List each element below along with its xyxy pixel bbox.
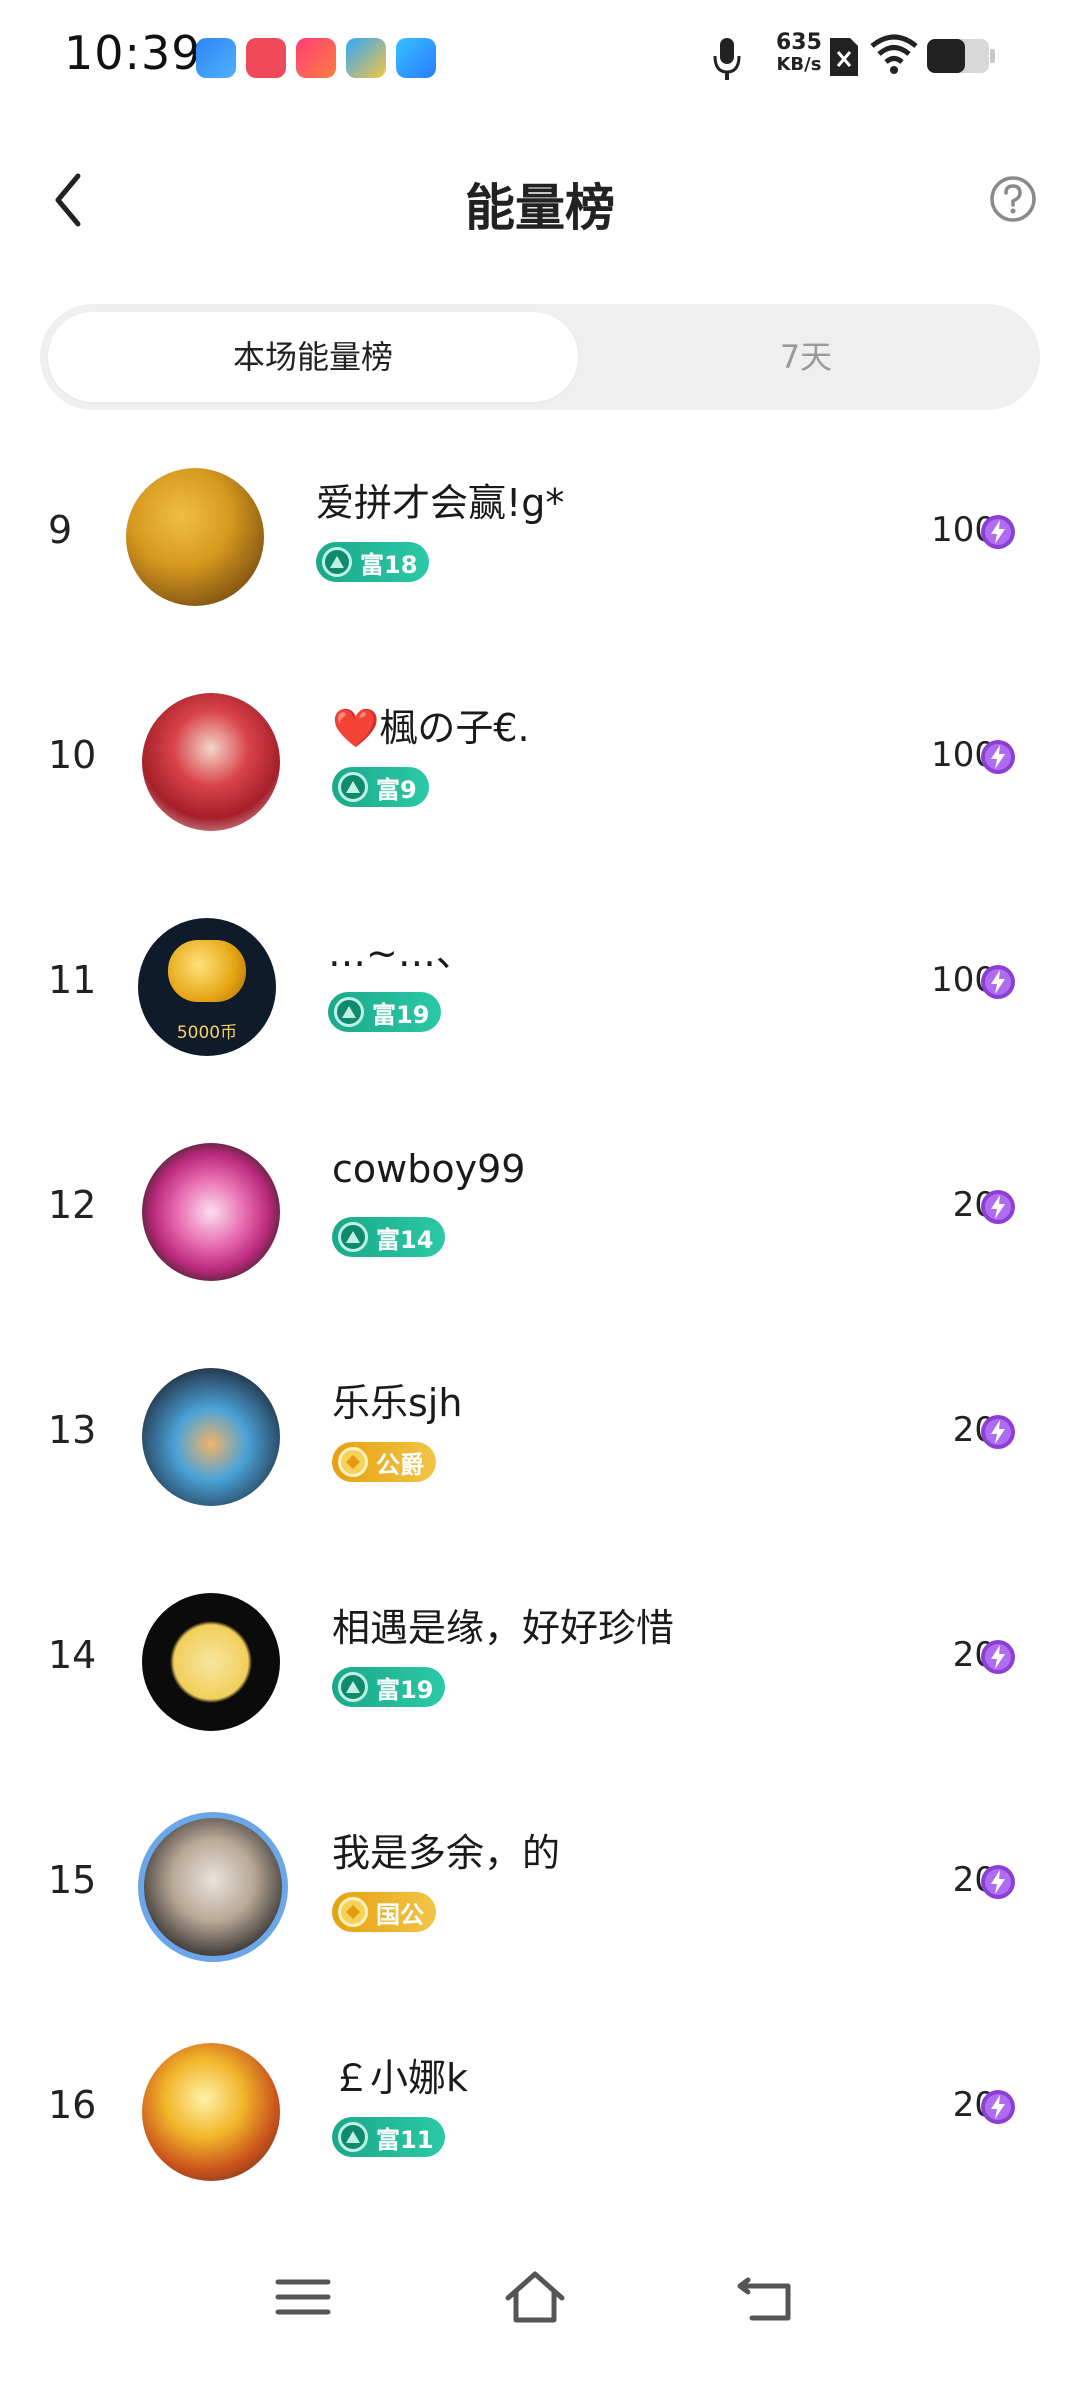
badge-label: 富9 <box>376 775 417 804</box>
rank-number: 14 <box>48 1633 97 1677</box>
wealth-level-badge: 富11 <box>332 2117 446 2157</box>
avatar[interactable] <box>142 693 280 831</box>
rank-number: 15 <box>48 1858 97 1902</box>
badge-gem-icon <box>338 1897 368 1927</box>
badge-gem-icon <box>334 997 364 1027</box>
rank-number: 16 <box>48 2083 97 2127</box>
app-icon-red-video <box>246 38 286 78</box>
energy-lightning-icon <box>981 740 1015 774</box>
wifi-icon <box>870 34 918 74</box>
wealth-level-badge: 富18 <box>316 542 430 582</box>
rank-number: 10 <box>48 733 97 777</box>
microphone-icon <box>713 38 741 80</box>
tab-7-days[interactable]: 7天 <box>580 312 1032 402</box>
energy-lightning-icon <box>981 1640 1015 1674</box>
tab-current-session[interactable]: 本场能量榜 <box>48 312 578 402</box>
badge-label: 富11 <box>376 2125 434 2154</box>
avatar[interactable] <box>142 1368 280 1506</box>
avatar-coin-stack <box>168 940 246 1002</box>
badge-gem-icon <box>338 1222 368 1252</box>
no-sim-icon <box>830 38 858 76</box>
badge-gem-icon <box>338 2122 368 2152</box>
wealth-level-badge: 富19 <box>328 992 442 1032</box>
avatar[interactable] <box>138 1812 288 1962</box>
app-icon-cloud <box>346 38 386 78</box>
battery-icon <box>927 39 995 73</box>
ranking-row[interactable]: 14 相遇是缘，好好珍惜 富19 20 <box>0 1587 1080 1737</box>
page-title: 能量榜 <box>465 179 615 237</box>
wealth-level-badge: 富19 <box>332 1667 446 1707</box>
user-name: cowboy99 <box>332 1147 526 1191</box>
network-speed: 635 KB/s <box>776 32 822 76</box>
badge-label: 国公 <box>376 1900 424 1929</box>
badge-gem-icon <box>338 1672 368 1702</box>
badge-gem-icon <box>322 547 352 577</box>
menu-icon[interactable] <box>268 2262 338 2332</box>
energy-ranking-screen: 10:39 635 KB/s 能量榜 本场能量榜 7天 9 爱拼才会赢!g* 富… <box>0 0 1080 2400</box>
status-bar: 10:39 635 KB/s <box>0 0 1080 110</box>
wealth-level-badge: 富9 <box>332 767 429 807</box>
badge-gem-icon <box>338 1447 368 1477</box>
status-time: 10:39 <box>64 26 202 80</box>
user-name: ￡小娜k <box>332 2056 469 2100</box>
avatar[interactable] <box>142 1593 280 1731</box>
avatar[interactable]: 5000币 <box>138 918 276 1056</box>
ranking-row[interactable]: 10 ❤️楓の子€. 富9 100 <box>0 687 1080 837</box>
rank-number: 13 <box>48 1408 97 1452</box>
badge-label: 富14 <box>376 1225 434 1254</box>
energy-lightning-icon <box>981 1865 1015 1899</box>
ranking-row[interactable]: 12 cowboy99 富14 20 <box>0 1137 1080 1287</box>
user-name: 相遇是缘，好好珍惜 <box>332 1606 675 1650</box>
network-speed-unit: KB/s <box>776 54 822 75</box>
avatar-coin-label: 5000币 <box>176 1023 238 1043</box>
rank-number: 11 <box>48 958 97 1002</box>
ranking-row[interactable]: 15 我是多余，的 国公 20 <box>0 1812 1080 1962</box>
ranking-tabs: 本场能量榜 7天 <box>40 304 1040 410</box>
avatar[interactable] <box>142 2043 280 2181</box>
energy-lightning-icon <box>981 1190 1015 1224</box>
user-name: …~…、 <box>328 931 474 975</box>
noble-rank-badge: 国公 <box>332 1892 436 1932</box>
rank-number: 12 <box>48 1183 97 1227</box>
help-icon[interactable] <box>988 174 1038 224</box>
ranking-row[interactable]: 9 爱拼才会赢!g* 富18 100 <box>0 462 1080 612</box>
ranking-row[interactable]: 11 5000币 …~…、 富19 100 <box>0 912 1080 1062</box>
user-name: 我是多余，的 <box>332 1831 561 1875</box>
app-icon-pink-6 <box>296 38 336 78</box>
avatar[interactable] <box>126 468 264 606</box>
energy-lightning-icon <box>981 2090 1015 2124</box>
user-name: ❤️楓の子€. <box>332 706 530 750</box>
ranking-row[interactable]: 13 乐乐sjh 公爵 20 <box>0 1362 1080 1512</box>
network-speed-value: 635 <box>776 30 822 55</box>
badge-label: 富18 <box>360 550 418 579</box>
energy-lightning-icon <box>981 515 1015 549</box>
user-name: 乐乐sjh <box>332 1381 463 1425</box>
badge-label: 公爵 <box>376 1450 424 1479</box>
badge-label: 富19 <box>376 1675 434 1704</box>
home-icon[interactable] <box>500 2262 570 2332</box>
back-icon[interactable] <box>730 2262 800 2332</box>
noble-rank-badge: 公爵 <box>332 1442 436 1482</box>
app-icon-blue <box>196 38 236 78</box>
energy-lightning-icon <box>981 965 1015 999</box>
wealth-level-badge: 富14 <box>332 1217 446 1257</box>
rank-number: 9 <box>48 508 73 552</box>
avatar[interactable] <box>142 1143 280 1281</box>
energy-lightning-icon <box>981 1415 1015 1449</box>
badge-label: 富19 <box>372 1000 430 1029</box>
user-name: 爱拼才会赢!g* <box>316 481 565 525</box>
app-icon-paper-plane <box>396 38 436 78</box>
badge-gem-icon <box>338 772 368 802</box>
ranking-row[interactable]: 16 ￡小娜k 富11 20 <box>0 2037 1080 2187</box>
